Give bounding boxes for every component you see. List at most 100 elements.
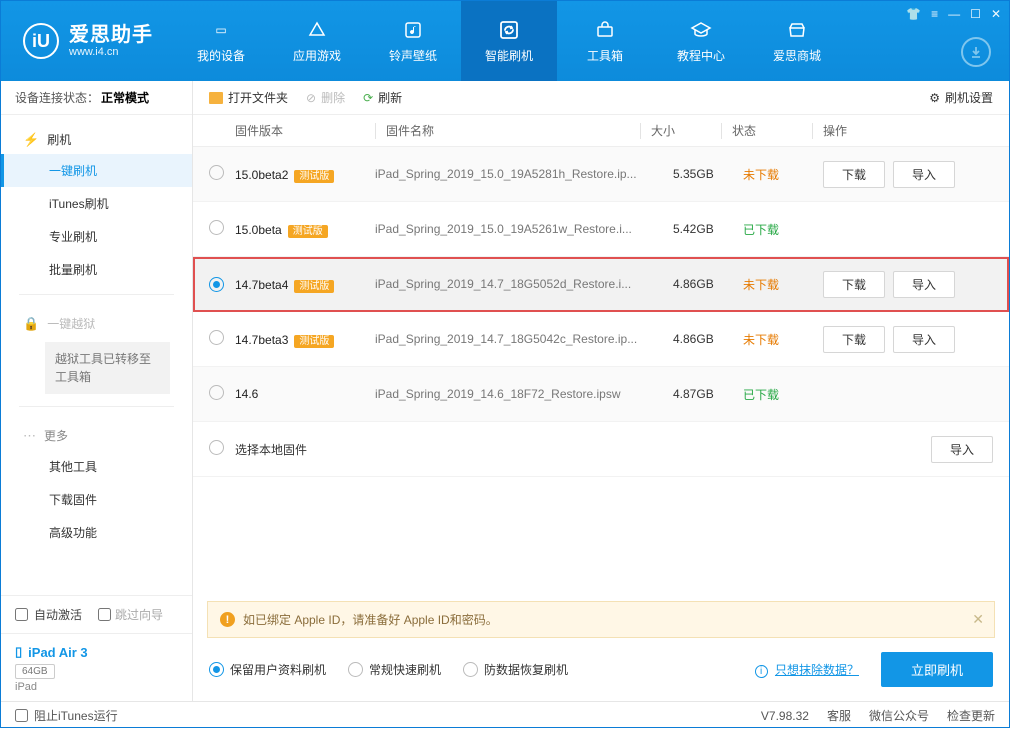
row-radio[interactable] [209, 440, 224, 455]
flash-settings-button[interactable]: ⚙ 刷机设置 [929, 89, 993, 106]
gear-icon: ⚙ [929, 91, 940, 105]
status-bar: 阻止iTunes运行 V7.98.32 客服 微信公众号 检查更新 [1, 701, 1009, 729]
row-radio[interactable] [209, 330, 224, 345]
notice-close-icon[interactable]: ✕ [972, 611, 984, 628]
folder-icon [209, 92, 223, 104]
connected-device[interactable]: ▯ iPad Air 3 64GB iPad [1, 633, 192, 701]
nav-tutorials[interactable]: 教程中心 [653, 1, 749, 81]
nav-label: 爱思商城 [773, 47, 821, 64]
download-button[interactable]: 下载 [823, 326, 885, 353]
refresh-icon [498, 19, 520, 41]
erase-data-link[interactable]: i 只想抹除数据？ [755, 661, 859, 678]
sidebar-item-itunes-flash[interactable]: iTunes刷机 [1, 187, 192, 220]
menu-icon[interactable]: ≡ [931, 7, 938, 21]
flash-now-button[interactable]: 立即刷机 [881, 652, 993, 687]
status-value: 正常模式 [101, 89, 149, 106]
sidebar-section-more[interactable]: ⋯ 更多 [1, 421, 192, 450]
section-label: 刷机 [47, 131, 71, 148]
option-anti-recovery[interactable]: 防数据恢复刷机 [463, 661, 568, 678]
firmware-table-body: 15.0beta2测试版iPad_Spring_2019_15.0_19A528… [193, 147, 1009, 422]
col-version: 固件版本 [235, 122, 375, 139]
nav-flash[interactable]: 智能刷机 [461, 1, 557, 81]
import-button[interactable]: 导入 [893, 161, 955, 188]
minimize-icon[interactable]: — [948, 7, 960, 21]
toolbox-icon [594, 19, 616, 41]
nav-label: 教程中心 [677, 47, 725, 64]
logo-icon: iU [23, 23, 59, 59]
block-itunes-checkbox[interactable]: 阻止iTunes运行 [15, 707, 118, 724]
firmware-size: 4.87GB [673, 387, 743, 401]
radio-icon [463, 662, 478, 677]
row-radio[interactable] [209, 385, 224, 400]
firmware-version: 15.0beta [235, 223, 282, 237]
row-radio[interactable] [209, 165, 224, 180]
download-indicator-icon[interactable] [961, 37, 991, 67]
row-radio[interactable] [209, 277, 224, 292]
sidebar-item-advanced[interactable]: 高级功能 [1, 516, 192, 549]
option-label: 保留用户资料刷机 [230, 661, 326, 678]
option-normal-flash[interactable]: 常规快速刷机 [348, 661, 441, 678]
auto-activate-checkbox[interactable] [15, 608, 28, 621]
app-header: iU 爱思助手 www.i4.cn ▭ 我的设备 应用游戏 铃声壁纸 智能刷机 … [1, 1, 1009, 81]
firmware-row[interactable]: 15.0beta测试版iPad_Spring_2019_15.0_19A5261… [193, 202, 1009, 257]
nav-label: 工具箱 [587, 47, 623, 64]
firmware-row[interactable]: 14.7beta4测试版iPad_Spring_2019_14.7_18G505… [193, 257, 1009, 312]
maximize-icon[interactable]: ☐ [970, 7, 981, 21]
radio-icon [348, 662, 363, 677]
download-button[interactable]: 下载 [823, 161, 885, 188]
skip-guide-label: 跳过向导 [115, 606, 163, 623]
option-keep-data[interactable]: 保留用户资料刷机 [209, 661, 326, 678]
sidebar-item-download-firmware[interactable]: 下载固件 [1, 483, 192, 516]
auto-activate-label: 自动激活 [34, 606, 82, 623]
brand-title: 爱思助手 [69, 24, 153, 46]
sidebar-item-other-tools[interactable]: 其他工具 [1, 450, 192, 483]
nav-label: 智能刷机 [485, 47, 533, 64]
open-folder-button[interactable]: 打开文件夹 [209, 89, 288, 106]
radio-icon [209, 662, 224, 677]
sidebar-section-flash[interactable]: ⚡ 刷机 [1, 125, 192, 154]
row-radio[interactable] [209, 220, 224, 235]
import-button[interactable]: 导入 [931, 436, 993, 463]
nav-toolbox[interactable]: 工具箱 [557, 1, 653, 81]
firmware-size: 5.35GB [673, 167, 743, 181]
sidebar-item-one-click-flash[interactable]: 一键刷机 [1, 154, 192, 187]
nav-store[interactable]: 爱思商城 [749, 1, 845, 81]
beta-badge: 测试版 [294, 335, 334, 348]
section-label: 一键越狱 [47, 315, 95, 332]
wechat-link[interactable]: 微信公众号 [869, 707, 929, 724]
refresh-button[interactable]: ⟳ 刷新 [363, 89, 402, 106]
firmware-size: 4.86GB [673, 332, 743, 346]
check-update-link[interactable]: 检查更新 [947, 707, 995, 724]
local-firmware-row: 选择本地固件 导入 [193, 422, 1009, 477]
notice-text: 如已绑定 Apple ID，请准备好 Apple ID和密码。 [243, 611, 498, 628]
delete-button[interactable]: ⊘ 删除 [306, 89, 345, 106]
close-icon[interactable]: ✕ [991, 7, 1001, 21]
lock-icon: 🔒 [23, 316, 39, 332]
firmware-row[interactable]: 14.7beta3测试版iPad_Spring_2019_14.7_18G504… [193, 312, 1009, 367]
music-icon [402, 19, 424, 41]
import-button[interactable]: 导入 [893, 326, 955, 353]
delete-icon: ⊘ [306, 91, 316, 105]
col-status: 状态 [732, 122, 812, 139]
import-button[interactable]: 导入 [893, 271, 955, 298]
col-ops: 操作 [823, 122, 993, 139]
graduation-icon [690, 19, 712, 41]
firmware-version: 14.6 [235, 387, 258, 401]
firmware-row[interactable]: 15.0beta2测试版iPad_Spring_2019_15.0_19A528… [193, 147, 1009, 202]
nav-my-device[interactable]: ▭ 我的设备 [173, 1, 269, 81]
delete-label: 删除 [321, 89, 345, 106]
nav-apps[interactable]: 应用游戏 [269, 1, 365, 81]
shirt-icon[interactable]: 👕 [906, 7, 921, 21]
firmware-row[interactable]: 14.6iPad_Spring_2019_14.6_18F72_Restore.… [193, 367, 1009, 422]
nav-ringtones[interactable]: 铃声壁纸 [365, 1, 461, 81]
sidebar-item-batch-flash[interactable]: 批量刷机 [1, 253, 192, 286]
download-button[interactable]: 下载 [823, 271, 885, 298]
sidebar-item-pro-flash[interactable]: 专业刷机 [1, 220, 192, 253]
flash-options-bar: 保留用户资料刷机 常规快速刷机 防数据恢复刷机 i 只想抹除数据？ 立即刷机 [193, 638, 1009, 701]
store-icon [786, 19, 808, 41]
flash-icon: ⚡ [23, 132, 39, 148]
link-label: 只想抹除数据？ [775, 663, 859, 677]
customer-service-link[interactable]: 客服 [827, 707, 851, 724]
skip-guide-checkbox[interactable] [98, 608, 111, 621]
firmware-version: 14.7beta4 [235, 278, 288, 292]
